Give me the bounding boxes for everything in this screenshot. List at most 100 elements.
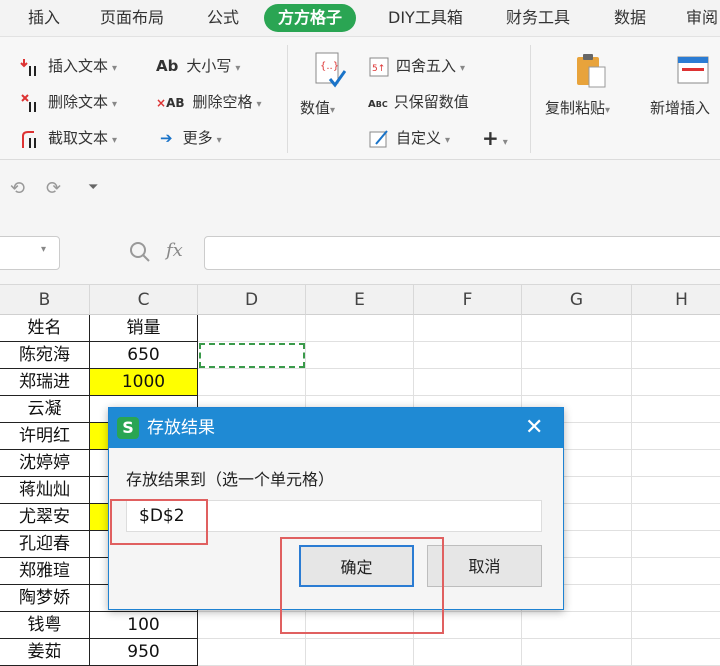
cell-c[interactable]: 650 <box>90 342 198 369</box>
menu-data[interactable]: 数据 <box>614 0 646 36</box>
cell-b[interactable]: 许明红 <box>0 423 90 450</box>
empty-cell[interactable] <box>632 450 720 477</box>
column-header-d[interactable]: D <box>198 285 306 315</box>
delete-space-icon: ×AB <box>156 96 185 110</box>
empty-cell[interactable] <box>632 423 720 450</box>
case-button[interactable]: Ab 大小写 ▾ <box>156 53 240 79</box>
cell-b[interactable]: 蒋灿灿 <box>0 477 90 504</box>
empty-cell[interactable] <box>522 369 632 396</box>
case-icon: Ab <box>156 57 179 75</box>
menu-insert[interactable]: 插入 <box>28 0 60 36</box>
empty-cell[interactable] <box>306 639 414 666</box>
empty-cell[interactable] <box>522 315 632 342</box>
cell-b[interactable]: 云凝 <box>0 396 90 423</box>
dialog-title-bar: S 存放结果 ✕ <box>109 408 563 448</box>
insert-text-button[interactable]: 插入文本 ▾ <box>20 53 117 79</box>
name-box[interactable]: ▾ <box>0 236 60 270</box>
round-label: 四舍五入 <box>396 57 457 75</box>
empty-cell[interactable] <box>198 369 306 396</box>
empty-cell[interactable] <box>632 477 720 504</box>
plus-icon: + <box>482 126 499 150</box>
formula-bar: ▾ fx <box>0 220 720 285</box>
empty-cell[interactable] <box>632 504 720 531</box>
copy-paste-button[interactable]: 复制粘贴▾ <box>545 51 641 141</box>
round-button[interactable]: 5↑ 四舍五入 ▾ <box>368 53 465 79</box>
svg-text:5↑: 5↑ <box>372 64 385 74</box>
zoom-icon[interactable] <box>128 240 152 264</box>
more-button[interactable]: ➔ 更多 ▾ <box>160 125 222 151</box>
redo-icon[interactable]: ⟳ <box>46 178 61 199</box>
cell-b[interactable]: 钱粤 <box>0 612 90 639</box>
empty-cell[interactable] <box>414 639 522 666</box>
cancel-button[interactable]: 取消 <box>427 545 542 587</box>
delete-text-button[interactable]: 删除文本 ▾ <box>20 89 117 115</box>
column-header-c[interactable]: C <box>90 285 198 315</box>
cell-b[interactable]: 郑雅瑄 <box>0 558 90 585</box>
empty-cell[interactable] <box>522 612 632 639</box>
empty-cell[interactable] <box>632 369 720 396</box>
numeric-button[interactable]: {..} 数值▾ <box>300 51 356 141</box>
cell-b[interactable]: 尤翠安 <box>0 504 90 531</box>
menu-review[interactable]: 审阅 <box>686 0 718 36</box>
empty-cell[interactable] <box>632 315 720 342</box>
cell-b[interactable]: 姓名 <box>0 315 90 342</box>
empty-cell[interactable] <box>522 342 632 369</box>
column-header-b[interactable]: B <box>0 285 90 315</box>
empty-cell[interactable] <box>632 585 720 612</box>
extract-text-button[interactable]: 截取文本 ▾ <box>20 125 117 151</box>
empty-cell[interactable] <box>632 612 720 639</box>
cell-c[interactable]: 950 <box>90 639 198 666</box>
cell-b[interactable]: 陶梦娇 <box>0 585 90 612</box>
menu-page-layout[interactable]: 页面布局 <box>100 0 164 36</box>
cell-b[interactable]: 沈婷婷 <box>0 450 90 477</box>
insert-text-label: 插入文本 <box>48 57 109 75</box>
empty-cell[interactable] <box>414 369 522 396</box>
empty-cell[interactable] <box>522 639 632 666</box>
empty-cell[interactable] <box>632 342 720 369</box>
round-icon: 5↑ <box>369 57 389 76</box>
fx-label[interactable]: fx <box>166 240 183 261</box>
menu-bar: 插入 页面布局 公式 方方格子 DIY工具箱 财务工具 数据 审阅 <box>0 0 720 37</box>
menu-diy-toolbox[interactable]: DIY工具箱 <box>388 0 463 36</box>
empty-cell[interactable] <box>632 396 720 423</box>
cell-c[interactable]: 销量 <box>90 315 198 342</box>
column-header-h[interactable]: H <box>632 285 720 315</box>
formula-input[interactable] <box>204 236 720 270</box>
cell-c[interactable]: 100 <box>90 612 198 639</box>
empty-cell[interactable] <box>306 315 414 342</box>
empty-cell[interactable] <box>414 315 522 342</box>
empty-cell[interactable] <box>198 315 306 342</box>
menu-formula[interactable]: 公式 <box>207 0 239 36</box>
cell-b[interactable]: 孔迎春 <box>0 531 90 558</box>
cell-b[interactable]: 姜茹 <box>0 639 90 666</box>
undo-icon[interactable]: ⟲ <box>10 178 25 199</box>
menu-finance-tools[interactable]: 财务工具 <box>506 0 570 36</box>
cell-b[interactable]: 陈宛海 <box>0 342 90 369</box>
empty-cell[interactable] <box>306 342 414 369</box>
column-header-g[interactable]: G <box>522 285 632 315</box>
selected-cell-d2[interactable] <box>199 343 305 368</box>
more-label: 更多 <box>182 129 213 147</box>
extract-text-icon <box>22 130 36 148</box>
add-button[interactable]: + ▾ <box>482 125 508 151</box>
copy-paste-label: 复制粘贴 <box>545 99 606 117</box>
new-insert-icon <box>677 56 709 84</box>
column-header-f[interactable]: F <box>414 285 522 315</box>
cell-c[interactable]: 1000 <box>90 369 198 396</box>
cell-b[interactable]: 郑瑞进 <box>0 369 90 396</box>
empty-cell[interactable] <box>632 531 720 558</box>
column-header-e[interactable]: E <box>306 285 414 315</box>
keep-numeric-button[interactable]: ABC 只保留数值 <box>368 89 469 115</box>
empty-cell[interactable] <box>198 639 306 666</box>
custom-button[interactable]: 自定义 ▾ <box>368 125 450 151</box>
empty-cell[interactable] <box>306 369 414 396</box>
menu-fangfang[interactable]: 方方格子 <box>264 4 357 32</box>
empty-cell[interactable] <box>414 342 522 369</box>
delete-space-button[interactable]: ×AB 删除空格 ▾ <box>156 89 262 115</box>
customize-quick-access-icon[interactable]: ⏷ <box>88 180 98 195</box>
empty-cell[interactable] <box>632 558 720 585</box>
dialog-prompt: 存放结果到（选一个单元格） <box>126 470 335 489</box>
new-insert-button[interactable]: 新增插入 <box>650 51 720 141</box>
empty-cell[interactable] <box>632 639 720 666</box>
close-icon[interactable]: ✕ <box>525 408 543 448</box>
